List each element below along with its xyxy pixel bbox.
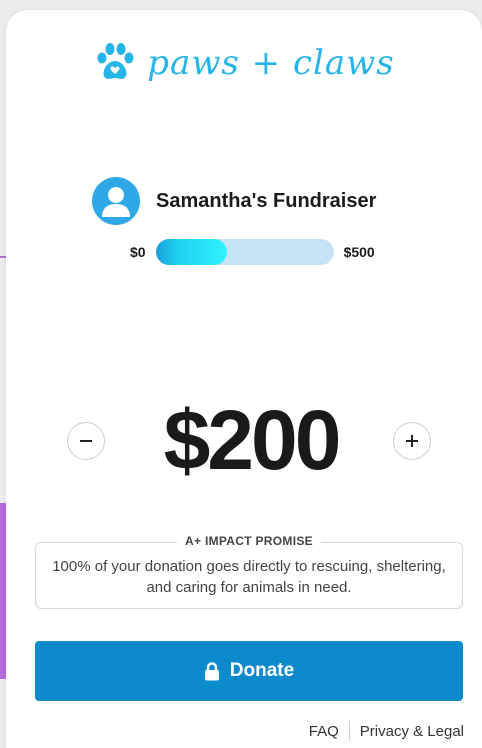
increment-button[interactable] [393, 422, 431, 460]
promise-text: 100% of your donation goes directly to r… [52, 558, 446, 596]
brand-logo: paws + claws [6, 38, 482, 88]
impact-promise: A+ IMPACT PROMISE 100% of your donation … [35, 534, 463, 609]
progress-track [155, 239, 334, 265]
progress-max-label: $500 [343, 244, 375, 260]
lock-icon [204, 661, 219, 680]
fundraiser-header: Samantha's Fundraiser [92, 177, 376, 225]
donate-button[interactable]: Donate [35, 641, 463, 701]
decrement-button[interactable] [67, 422, 105, 460]
faq-link[interactable]: FAQ [309, 723, 339, 740]
footer-links: FAQ Privacy & Legal [309, 721, 464, 741]
footer-divider [348, 721, 350, 741]
plus-icon [406, 435, 418, 447]
brand-name: paws + claws [147, 43, 395, 83]
user-icon [92, 177, 140, 225]
donate-label: Donate [229, 660, 295, 681]
progress-min-label: $0 [130, 244, 146, 260]
progress-fill [155, 239, 227, 265]
fundraiser-title: Samantha's Fundraiser [156, 189, 377, 212]
amount-selector: $200 [6, 390, 482, 490]
donation-amount[interactable]: $200 [136, 390, 366, 490]
paw-icon [97, 43, 134, 79]
minus-icon [80, 440, 92, 442]
promise-title: A+ IMPACT PROMISE [177, 534, 321, 548]
fundraiser-progress: $0 $500 [130, 239, 375, 265]
donation-card: paws + claws Samantha's Fundraiser $0 $5… [6, 10, 482, 748]
privacy-legal-link[interactable]: Privacy & Legal [360, 723, 464, 740]
